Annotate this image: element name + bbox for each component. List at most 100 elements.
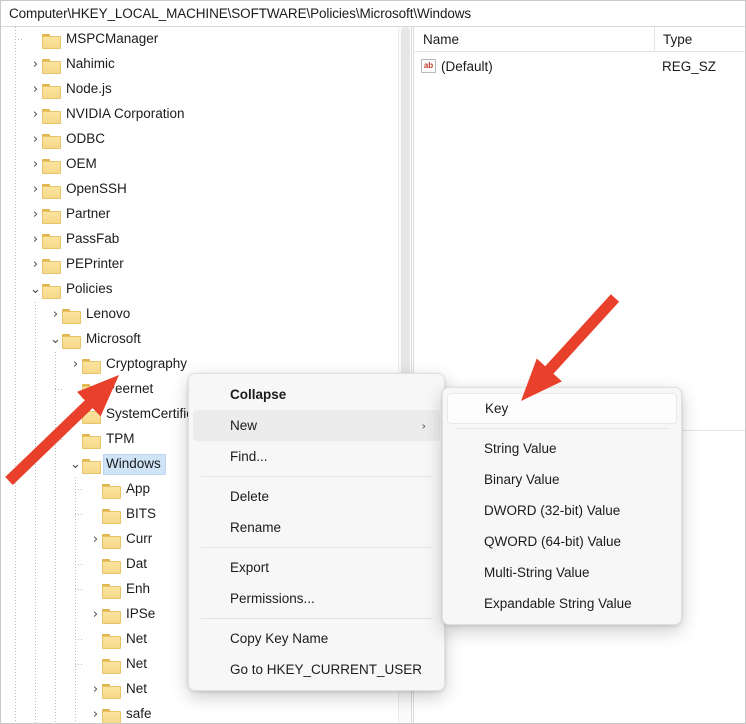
submenu-item-dword-32-bit-value[interactable]: DWORD (32-bit) Value	[447, 495, 677, 526]
tree-item-label: OEM	[66, 156, 97, 172]
tree-item-label: MSPCManager	[66, 31, 159, 47]
menu-separator	[201, 476, 432, 477]
tree-item-nahimic[interactable]: › Nahimic	[1, 52, 397, 77]
folder-icon	[102, 708, 121, 723]
tree-item-label: safe	[126, 706, 152, 722]
value-row[interactable]: ab (Default) REG_SZ	[414, 54, 745, 78]
menu-item-label: Find...	[230, 449, 268, 464]
tree-item-label: Curr	[126, 531, 153, 547]
folder-icon	[82, 433, 101, 449]
key-context-menu[interactable]: Collapse New › Find... Delete Rename Export Per…	[188, 373, 445, 691]
submenu-separator	[455, 428, 669, 429]
menu-item-new[interactable]: New ›	[193, 410, 440, 441]
menu-item-copy-key-name[interactable]: Copy Key Name	[193, 623, 440, 654]
menu-item-label: New	[230, 418, 258, 433]
tree-item-mspcmanager[interactable]: MSPCManager	[1, 27, 397, 52]
menu-item-label: Go to HKEY_CURRENT_USER	[230, 662, 423, 677]
tree-item-peprinter[interactable]: › PEPrinter	[1, 252, 397, 277]
folder-icon	[62, 308, 81, 324]
chevron-down-icon[interactable]: ⌄	[69, 458, 82, 471]
chevron-right-icon[interactable]: ›	[29, 82, 42, 97]
value-name-cell: ab (Default)	[414, 59, 654, 74]
folder-icon	[102, 533, 121, 549]
submenu-item-expandable-string-value[interactable]: Expandable String Value	[447, 588, 677, 619]
tree-item-safe[interactable]: › safe	[1, 702, 397, 723]
value-type-cell: REG_SZ	[662, 58, 717, 74]
menu-item-collapse[interactable]: Collapse	[193, 379, 440, 410]
menu-item-delete[interactable]: Delete	[193, 481, 440, 512]
chevron-right-icon[interactable]: ›	[29, 182, 42, 197]
submenu-item-multi-string-value[interactable]: Multi-String Value	[447, 557, 677, 588]
menu-item-find[interactable]: Find...	[193, 441, 440, 472]
tree-item-label: NVIDIA Corporation	[66, 106, 185, 122]
tree-item-label: BITS	[126, 506, 157, 522]
submenu-item-binary-value[interactable]: Binary Value	[447, 464, 677, 495]
tree-item-nvidia-corporation[interactable]: › NVIDIA Corporation	[1, 102, 397, 127]
chevron-right-icon[interactable]: ›	[29, 132, 42, 147]
chevron-down-icon[interactable]: ⌄	[29, 283, 42, 296]
tree-item-policies[interactable]: ⌄ Policies	[1, 277, 397, 302]
menu-item-export[interactable]: Export	[193, 552, 440, 583]
menu-item-go-to-hkey-current-user[interactable]: Go to HKEY_CURRENT_USER	[193, 654, 440, 685]
submenu-item-qword-64-bit-value[interactable]: QWORD (64-bit) Value	[447, 526, 677, 557]
chevron-right-icon[interactable]: ›	[29, 232, 42, 247]
tree-item-label: Policies	[66, 281, 113, 297]
folder-icon	[42, 108, 61, 124]
chevron-right-icon[interactable]: ›	[89, 532, 102, 547]
chevron-right-icon[interactable]: ›	[69, 357, 82, 372]
chevron-right-icon[interactable]: ›	[29, 207, 42, 222]
tree-item-node-js[interactable]: › Node.js	[1, 77, 397, 102]
folder-icon	[82, 358, 101, 374]
tree-item-label: Windows	[103, 454, 166, 475]
registry-path-text: Computer\HKEY_LOCAL_MACHINE\SOFTWARE\Pol…	[9, 6, 472, 21]
tree-scrollbar-thumb[interactable]	[401, 27, 410, 405]
chevron-right-icon[interactable]: ›	[49, 307, 62, 322]
tree-item-label: TPM	[106, 431, 135, 447]
tree-item-openssh[interactable]: › OpenSSH	[1, 177, 397, 202]
submenu-item-key[interactable]: Key	[447, 393, 677, 424]
chevron-right-icon[interactable]: ›	[89, 682, 102, 697]
column-header-type[interactable]: Type	[654, 27, 745, 51]
tree-item-label: PEPrinter	[66, 256, 124, 272]
tree-item-label: Peernet	[106, 381, 154, 397]
folder-icon	[102, 508, 121, 524]
chevron-down-icon[interactable]: ⌄	[49, 333, 62, 346]
tree-item-lenovo[interactable]: › Lenovo	[1, 302, 397, 327]
chevron-right-icon[interactable]: ›	[69, 407, 82, 422]
menu-item-permissions[interactable]: Permissions...	[193, 583, 440, 614]
folder-icon	[102, 608, 121, 624]
folder-icon	[42, 283, 61, 299]
chevron-right-icon[interactable]: ›	[89, 707, 102, 722]
folder-icon	[42, 258, 61, 274]
folder-icon	[82, 458, 101, 474]
tree-item-odbc[interactable]: › ODBC	[1, 127, 397, 152]
values-column-header: Name Type	[414, 27, 745, 52]
tree-item-label: Dat	[126, 556, 148, 572]
folder-icon	[42, 83, 61, 99]
tree-item-label: Node.js	[66, 81, 112, 97]
tree-item-label: Nahimic	[66, 56, 115, 72]
chevron-right-icon[interactable]: ›	[29, 57, 42, 72]
submenu-item-string-value[interactable]: String Value	[447, 433, 677, 464]
menu-item-label: Copy Key Name	[230, 631, 329, 646]
menu-item-label: Rename	[230, 520, 282, 535]
tree-item-label: Net	[126, 631, 148, 647]
tree-item-oem[interactable]: › OEM	[1, 152, 397, 177]
tree-item-passfab[interactable]: › PassFab	[1, 227, 397, 252]
chevron-right-icon[interactable]: ›	[89, 607, 102, 622]
tree-item-label: PassFab	[66, 231, 120, 247]
column-header-name[interactable]: Name	[414, 32, 654, 47]
tree-item-microsoft[interactable]: ⌄ Microsoft	[1, 327, 397, 352]
new-submenu[interactable]: Key String Value Binary Value DWORD (32-bit…	[442, 387, 682, 625]
menu-item-rename[interactable]: Rename	[193, 512, 440, 543]
menu-item-label: Export	[230, 560, 270, 575]
tree-item-label: Partner	[66, 206, 111, 222]
chevron-right-icon[interactable]: ›	[29, 107, 42, 122]
chevron-right-icon[interactable]: ›	[29, 157, 42, 172]
address-bar[interactable]: Computer\HKEY_LOCAL_MACHINE\SOFTWARE\Pol…	[1, 1, 745, 27]
tree-item-partner[interactable]: › Partner	[1, 202, 397, 227]
folder-icon	[42, 158, 61, 174]
menu-separator	[201, 547, 432, 548]
menu-item-label: Permissions...	[230, 591, 315, 606]
chevron-right-icon[interactable]: ›	[29, 257, 42, 272]
